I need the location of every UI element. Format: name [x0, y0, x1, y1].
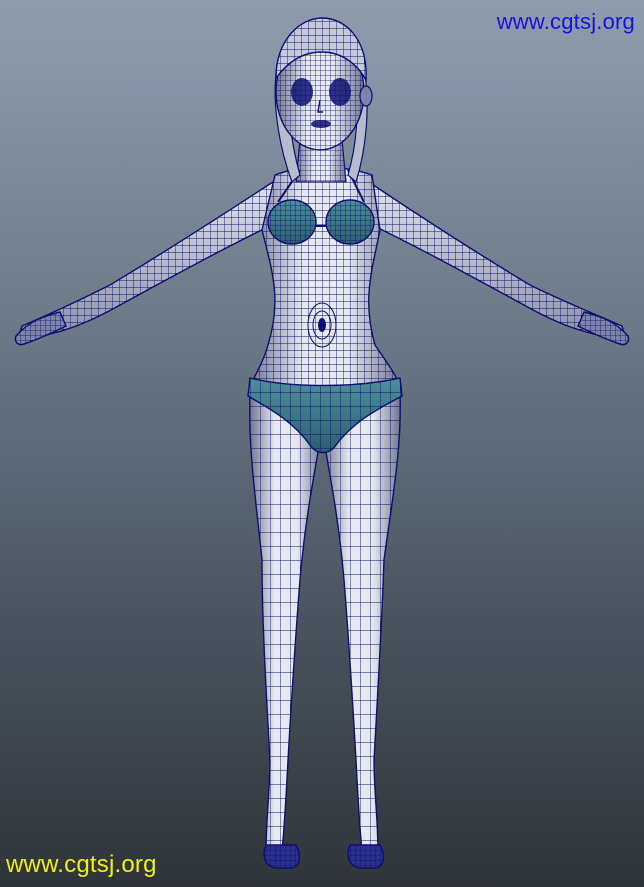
- right-leg: [321, 391, 401, 853]
- left-foot: [263, 844, 301, 869]
- right-foot: [347, 844, 385, 869]
- 3d-viewport[interactable]: www.cgtsj.org www.cgtsj.org: [0, 0, 644, 887]
- left-hand: [14, 311, 67, 346]
- left-leg: [249, 391, 323, 853]
- right-hand: [577, 311, 630, 346]
- wireframe-character-model: [14, 17, 630, 869]
- watermark-bottom: www.cgtsj.org: [6, 851, 157, 878]
- watermark-top: www.cgtsj.org: [496, 9, 635, 34]
